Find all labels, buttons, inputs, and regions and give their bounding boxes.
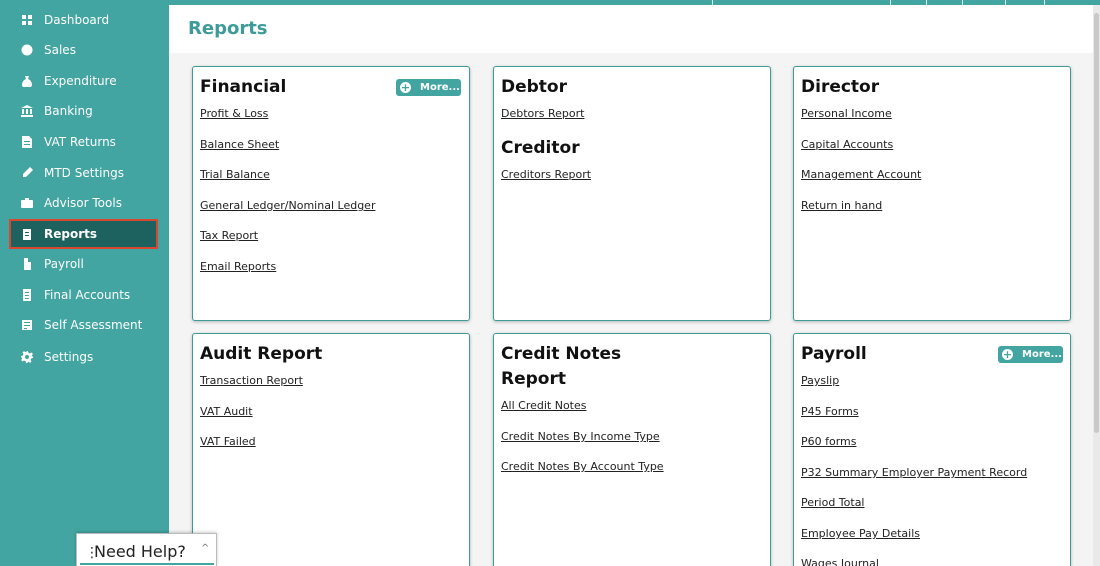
sidebar-item-reports[interactable]: Reports	[9, 219, 158, 249]
card-subtitle: Creditor	[501, 138, 580, 158]
sidebar-item-label: Reports	[44, 227, 98, 241]
report-link-credit-notes-by-income-type[interactable]: Credit Notes By Income Type	[501, 430, 660, 443]
report-link-credit-notes-by-account-type[interactable]: Credit Notes By Account Type	[501, 460, 664, 473]
scrollbar-thumb[interactable]	[1094, 13, 1099, 433]
expenditure-icon	[20, 74, 34, 88]
report-link-p32-summary[interactable]: P32 Summary Employer Payment Record	[801, 466, 1027, 479]
report-link-p60-forms[interactable]: P60 forms	[801, 435, 857, 448]
chevron-up-icon[interactable]: ^	[201, 543, 209, 554]
debtor-card: Debtor Debtors Report Creditor Creditors…	[493, 66, 771, 321]
report-link-vat-failed[interactable]: VAT Failed	[200, 435, 256, 448]
more-button-label: More...	[420, 82, 460, 93]
report-link-management-account[interactable]: Management Account	[801, 168, 921, 181]
reports-icon	[20, 227, 34, 241]
sidebar-item-label: Expenditure	[44, 74, 117, 88]
sidebar-item-label: Advisor Tools	[44, 196, 122, 210]
card-title: Credit Notes	[501, 344, 622, 364]
more-button[interactable]: + More...	[998, 346, 1063, 363]
sidebar-item-settings[interactable]: Settings	[0, 342, 169, 372]
report-link-personal-income[interactable]: Personal Income	[801, 107, 892, 120]
report-link-trial-balance[interactable]: Trial Balance	[200, 168, 270, 181]
sidebar-item-label: MTD Settings	[44, 166, 124, 180]
sidebar-item-final-accounts[interactable]: Final Accounts	[0, 280, 169, 310]
sidebar-item-dashboard[interactable]: Dashboard	[0, 5, 169, 35]
report-link-p45-forms[interactable]: P45 Forms	[801, 405, 859, 418]
report-link-balance-sheet[interactable]: Balance Sheet	[200, 138, 279, 151]
sidebar-item-label: VAT Returns	[44, 135, 116, 149]
report-link-employee-pay-details[interactable]: Employee Pay Details	[801, 527, 920, 540]
help-underline	[80, 563, 214, 565]
plus-circle-icon: +	[1002, 348, 1013, 361]
scrollbar[interactable]	[1093, 5, 1100, 566]
card-title-line-2: Report	[501, 369, 566, 389]
card-title: Audit Report	[200, 344, 323, 364]
dashboard-icon	[20, 13, 34, 27]
report-link-tax-report[interactable]: Tax Report	[200, 229, 258, 242]
audit-report-card: Audit Report Transaction Report VAT Audi…	[192, 333, 470, 566]
report-link-vat-audit[interactable]: VAT Audit	[200, 405, 253, 418]
bank-icon	[20, 104, 34, 118]
sidebar-item-sales[interactable]: Sales	[0, 35, 169, 65]
more-button[interactable]: + More...	[396, 79, 461, 96]
report-link-general-ledger[interactable]: General Ledger/Nominal Ledger	[200, 199, 375, 212]
more-button-label: More...	[1022, 349, 1062, 360]
sidebar-item-label: Payroll	[44, 257, 84, 271]
gear-icon	[20, 350, 34, 364]
sidebar-item-label: Final Accounts	[44, 288, 131, 302]
sidebar-item-label: Self Assessment	[44, 318, 143, 332]
page-header: Reports	[169, 5, 1093, 53]
card-title: Director	[801, 77, 880, 97]
sidebar-item-label: Banking	[44, 104, 93, 118]
report-link-creditors-report[interactable]: Creditors Report	[501, 168, 591, 181]
sidebar: Dashboard Sales Expenditure Banking VAT …	[0, 0, 169, 566]
sidebar-item-label: Sales	[44, 43, 76, 57]
briefcase-icon	[20, 196, 34, 210]
report-link-debtors-report[interactable]: Debtors Report	[501, 107, 584, 120]
report-link-return-in-hand[interactable]: Return in hand	[801, 199, 882, 212]
document-icon	[20, 288, 34, 302]
financial-card: Financial + More... Profit & Loss Balanc…	[192, 66, 470, 321]
card-title: Debtor	[501, 77, 567, 97]
sidebar-item-mtd-settings[interactable]: MTD Settings	[0, 158, 169, 188]
plus-circle-icon: +	[400, 81, 411, 94]
assessment-icon	[20, 318, 34, 332]
need-help-label: Need Help?	[94, 542, 186, 561]
report-link-wages-journal[interactable]: Wages Journal	[801, 557, 879, 566]
report-link-period-total[interactable]: Period Total	[801, 496, 865, 509]
card-title: Payroll	[801, 344, 867, 364]
report-link-payslip[interactable]: Payslip	[801, 374, 839, 387]
sidebar-item-vat-returns[interactable]: VAT Returns	[0, 127, 169, 157]
report-link-transaction-report[interactable]: Transaction Report	[200, 374, 303, 387]
sales-icon	[20, 43, 34, 57]
sidebar-item-self-assessment[interactable]: Self Assessment	[0, 310, 169, 340]
card-title: Financial	[200, 77, 287, 97]
report-link-all-credit-notes[interactable]: All Credit Notes	[501, 399, 586, 412]
payroll-card: Payroll + More... Payslip P45 Forms P60 …	[793, 333, 1071, 566]
payroll-icon	[20, 257, 34, 271]
director-card: Director Personal Income Capital Account…	[793, 66, 1071, 321]
sidebar-item-banking[interactable]: Banking	[0, 96, 169, 126]
sidebar-item-label: Dashboard	[44, 13, 110, 27]
sidebar-item-payroll[interactable]: Payroll	[0, 249, 169, 279]
sidebar-item-expenditure[interactable]: Expenditure	[0, 66, 169, 96]
page-title: Reports	[188, 18, 268, 39]
main-content: Reports Financial + More... Profit & Los…	[169, 5, 1093, 566]
vat-icon	[20, 135, 34, 149]
credit-notes-card: Credit Notes Report All Credit Notes Cre…	[493, 333, 771, 566]
sidebar-item-label: Settings	[44, 350, 94, 364]
sidebar-item-advisor-tools[interactable]: Advisor Tools	[0, 188, 169, 218]
report-link-capital-accounts[interactable]: Capital Accounts	[801, 138, 893, 151]
report-link-profit-loss[interactable]: Profit & Loss	[200, 107, 268, 120]
mtd-icon	[20, 166, 34, 180]
need-help-widget[interactable]: ⋮ Need Help? ^	[76, 533, 217, 566]
report-link-email-reports[interactable]: Email Reports	[200, 260, 276, 273]
